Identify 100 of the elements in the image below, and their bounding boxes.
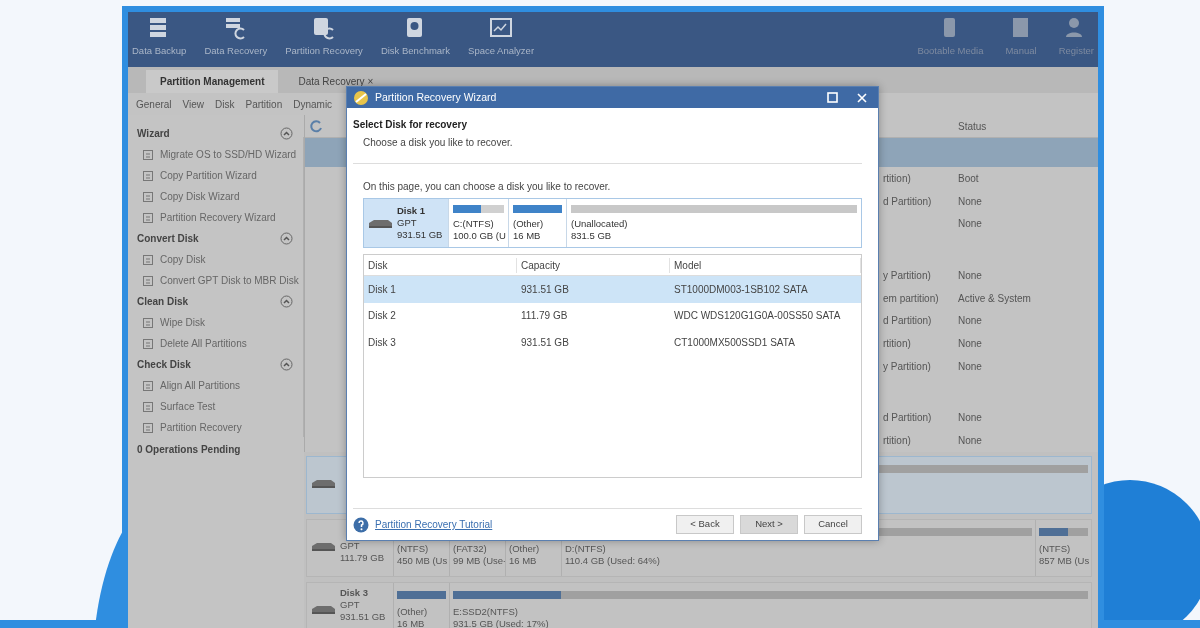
disk-type: GPT: [397, 217, 418, 229]
document-icon: [142, 316, 154, 329]
dialog-button[interactable]: Next >: [740, 515, 798, 534]
table-cell-text: None: [958, 194, 983, 209]
document-icon: [142, 400, 154, 413]
close-icon[interactable]: [856, 91, 868, 104]
collapse-icon[interactable]: [279, 358, 293, 371]
sidebar-item[interactable]: Migrate OS to SSD/HD Wizard: [137, 144, 299, 165]
table-cell-text: d Partition): [883, 194, 933, 209]
table-cell-text: rtition): [883, 336, 912, 351]
tab[interactable]: Partition Management: [146, 70, 279, 93]
partition-label: (NTFS): [1039, 542, 1072, 555]
disk-map-row[interactable]: Disk 3 GPT 931.51 GB (Other) 16 MB E:SSD2(NTFS) 931.5 GB (Used: 17%): [306, 581, 1092, 628]
partition-size: 831.5 GB: [571, 230, 613, 242]
instruction-text: On this page, you can choose a disk you like to recover.: [362, 180, 612, 194]
table-cell-text: Disk 1: [367, 282, 397, 297]
menu-item[interactable]: Partition: [245, 96, 290, 112]
disk-label: 931.51 GB: [340, 610, 386, 623]
document-icon: [142, 169, 154, 182]
table-cell-text: None: [958, 359, 983, 374]
sidebar-item[interactable]: Copy Partition Wizard: [137, 165, 299, 186]
document-icon: [142, 421, 154, 434]
help-link[interactable]: Partition Recovery Tutorial: [375, 517, 493, 532]
section-title: Clean Disk: [137, 295, 189, 309]
toolbar-button[interactable]: Data Recovery: [200, 16, 272, 59]
document-icon: [142, 337, 154, 350]
table-cell-text: None: [958, 268, 983, 283]
toolbar-button[interactable]: Bootable Media: [913, 16, 988, 59]
table-cell-text: 931.51 GB: [520, 335, 570, 350]
toolbar-button[interactable]: Partition Recovery: [281, 16, 367, 59]
dialog-button[interactable]: < Back: [676, 515, 734, 534]
sidebar-item[interactable]: Copy Disk: [137, 249, 299, 270]
disk-label: GPT: [340, 598, 361, 611]
table-row[interactable]: Disk 1 931.51 GB ST1000DM003-1SB102 SATA: [364, 276, 861, 303]
table-row[interactable]: Disk 2 111.79 GB WDC WDS120G1G0A-00SS50 SATA: [364, 302, 861, 329]
disk-label: 111.79 GB: [340, 551, 384, 564]
dialog-heading: Select Disk for recovery: [353, 118, 468, 132]
partition-label: 857 MB (Us: [1039, 554, 1088, 567]
document-icon: [142, 190, 154, 203]
toolbar-button[interactable]: Register: [1054, 16, 1098, 59]
table-cell-text: em partition): [883, 291, 940, 306]
disk-card[interactable]: Disk 1 GPT 931.51 GB C:(NTFS) 100.0 GB (U (Other) 16 MB (Unallocated) 831.5 GB: [363, 198, 862, 248]
server-refresh-icon: [223, 16, 248, 40]
table-cell-text: WDC WDS120G1G0A-00SS50 SATA: [673, 309, 842, 324]
chart-icon: [489, 16, 514, 40]
sidebar-item[interactable]: Convert GPT Disk to MBR Disk: [137, 270, 299, 291]
toolbar-button[interactable]: Space Analyzer: [464, 16, 539, 59]
sidebar-item[interactable]: Delete All Partitions: [137, 333, 299, 354]
table-cell-text: 111.79 GB: [520, 309, 569, 324]
refresh-icon[interactable]: [309, 119, 323, 133]
maximize-icon[interactable]: [827, 92, 838, 103]
collapse-icon[interactable]: [279, 127, 293, 140]
close-icon[interactable]: ×: [367, 76, 374, 87]
sidebar-item[interactable]: Partition Recovery: [137, 417, 299, 438]
table-row[interactable]: Disk 3 931.51 GB CT1000MX500SSD1 SATA: [364, 329, 861, 356]
menu-item[interactable]: View: [182, 96, 212, 112]
sidebar-item[interactable]: Align All Partitions: [137, 375, 299, 396]
table-cell-text: None: [958, 314, 983, 329]
drive-refresh-icon: [312, 16, 337, 40]
partition-label: 450 MB (Us: [397, 554, 446, 567]
disk-label: GPT: [340, 539, 361, 552]
partition-label: (Other): [509, 542, 541, 555]
pending-operations: 0 Operations Pending: [137, 443, 242, 457]
sidebar-item[interactable]: Partition Recovery Wizard: [137, 207, 299, 228]
table-cell-text: d Partition): [883, 314, 933, 329]
toolbar-button[interactable]: Manual: [1001, 16, 1041, 59]
document-icon: [142, 148, 154, 161]
sidebar-item[interactable]: Surface Test: [137, 396, 299, 417]
partition-label: (FAT32): [453, 542, 488, 555]
table-cell-text: y Partition): [883, 359, 932, 374]
table-cell-text: ST1000DM003-1SB102 SATA: [673, 282, 809, 297]
column-heading: Capacity: [517, 257, 670, 273]
column-heading: Model: [670, 257, 861, 273]
menu-item[interactable]: General: [136, 96, 179, 112]
table-cell-text: 931.51 GB: [520, 282, 570, 297]
table-cell-text: Boot: [958, 171, 980, 186]
collapse-icon[interactable]: [279, 232, 293, 245]
partition-size: 16 MB: [513, 230, 542, 242]
help-icon[interactable]: [353, 516, 369, 533]
dialog-button[interactable]: Cancel: [804, 515, 862, 534]
toolbar-button[interactable]: Data Backup: [128, 16, 191, 59]
menu-item[interactable]: Disk: [215, 96, 242, 112]
sidebar-item[interactable]: Wipe Disk: [137, 312, 299, 333]
collapse-icon[interactable]: [279, 295, 293, 308]
table-cell-text: None: [958, 434, 983, 449]
table-cell-text: rtition): [883, 434, 912, 449]
partition-label: 110.4 GB (Used: 64%): [565, 554, 661, 567]
table-cell-text: Active & System: [958, 291, 1032, 306]
table-cell-text: d Partition): [883, 411, 933, 426]
partition-label: (Unallocated): [571, 218, 629, 230]
document-icon: [142, 274, 154, 287]
table-cell-text: CT1000MX500SSD1 SATA: [673, 335, 796, 350]
sidebar-item[interactable]: Copy Disk Wizard: [137, 186, 299, 207]
wizard-icon: [353, 89, 369, 106]
column-heading: Disk: [364, 257, 517, 273]
menu-item[interactable]: Dynamic: [293, 96, 340, 112]
table-cell-text: rtition): [883, 171, 912, 186]
table-cell-text: y Partition): [883, 268, 932, 283]
partition-label: 931.5 GB (Used: 17%): [453, 617, 550, 628]
toolbar-button[interactable]: Disk Benchmark: [376, 16, 455, 59]
